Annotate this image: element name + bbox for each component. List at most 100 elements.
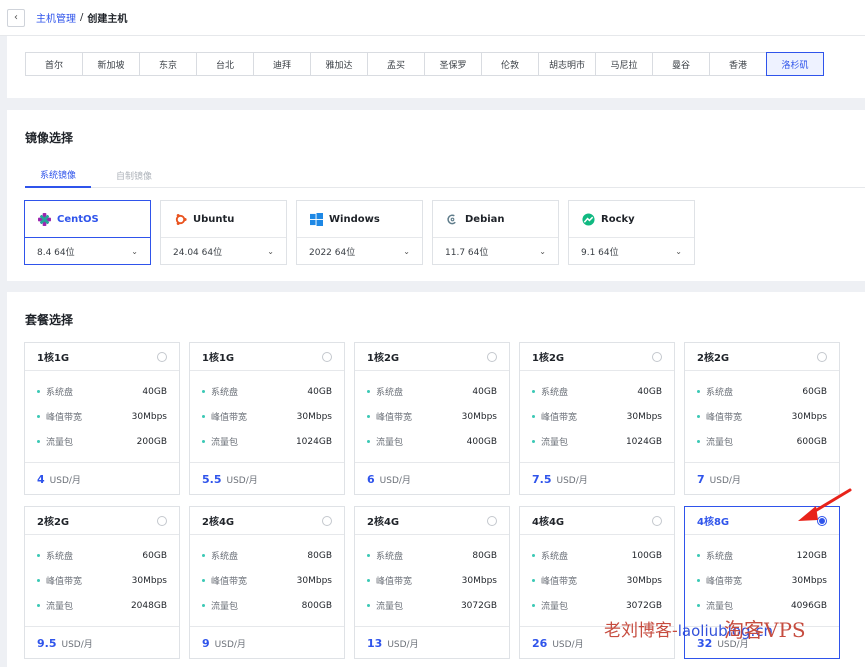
region-button[interactable]: 洛杉矶 — [766, 52, 824, 76]
spec-value: 200GB — [136, 436, 167, 447]
os-version-select[interactable]: 24.04 64位 ⌄ — [161, 237, 286, 265]
spec-bandwidth: 峰值带宽 30Mbps — [37, 404, 167, 429]
plan-radio[interactable] — [487, 515, 497, 526]
spec-value: 30Mbps — [296, 411, 332, 422]
spec-traffic: 流量包 3072GB — [367, 593, 497, 618]
region-button[interactable]: 孟买 — [367, 52, 425, 76]
region-button[interactable]: 曼谷 — [652, 52, 710, 76]
region-button[interactable]: 香港 — [709, 52, 767, 76]
plan-radio[interactable] — [322, 515, 332, 526]
plan-section-title: 套餐选择 — [25, 313, 74, 327]
os-name: Ubuntu — [193, 213, 235, 225]
os-name: Debian — [465, 213, 505, 225]
price-unit: USD/月 — [379, 475, 411, 486]
price-unit: USD/月 — [49, 475, 81, 486]
spec-traffic: 流量包 200GB — [37, 429, 167, 454]
spec-traffic: 流量包 3072GB — [532, 593, 662, 618]
os-card-centos[interactable]: CentOS 8.4 64位 ⌄ — [24, 200, 151, 265]
plan-radio[interactable] — [157, 351, 167, 362]
spec-value: 600GB — [796, 436, 827, 447]
plan-radio[interactable] — [817, 351, 827, 362]
spec-label: 峰值带宽 — [211, 577, 248, 587]
plan-card[interactable]: 2核2G 系统盘 60GB 峰值带宽 30Mbps 流量包 2048GB 9.5 USD/月 — [24, 506, 180, 659]
bullet-icon — [532, 415, 535, 418]
spec-value: 40GB — [307, 386, 332, 397]
os-card-ubuntu[interactable]: Ubuntu 24.04 64位 ⌄ — [160, 200, 287, 265]
spec-bandwidth: 峰值带宽 30Mbps — [202, 404, 332, 429]
plan-card[interactable]: 2核2G 系统盘 60GB 峰值带宽 30Mbps 流量包 600GB 7 USD/月 — [684, 342, 840, 495]
os-version-select[interactable]: 11.7 64位 ⌄ — [433, 237, 558, 265]
plan-card[interactable]: 1核1G 系统盘 40GB 峰值带宽 30Mbps 流量包 1024GB 5.5 USD/月 — [189, 342, 345, 495]
plan-card[interactable]: 1核2G 系统盘 40GB 峰值带宽 30Mbps 流量包 400GB 6 USD/月 — [354, 342, 510, 495]
breadcrumb-current: 创建主机 — [87, 14, 128, 25]
breadcrumb: 主机管理 / 创建主机 — [36, 10, 127, 25]
os-version-select[interactable]: 8.4 64位 ⌄ — [25, 237, 150, 265]
spec-value: 2048GB — [130, 600, 167, 611]
spec-traffic: 流量包 800GB — [202, 593, 332, 618]
plan-radio[interactable] — [322, 351, 332, 362]
spec-label: 峰值带宽 — [211, 413, 248, 423]
plan-card[interactable]: 2核4G 系统盘 80GB 峰值带宽 30Mbps 流量包 3072GB 13 USD/月 — [354, 506, 510, 659]
plan-card[interactable]: 2核4G 系统盘 80GB 峰值带宽 30Mbps 流量包 800GB 9 USD/月 — [189, 506, 345, 659]
os-card-windows[interactable]: Windows 2022 64位 ⌄ — [296, 200, 423, 265]
bullet-icon — [697, 390, 700, 393]
price-value: 9.5 — [37, 636, 57, 650]
region-button[interactable]: 迪拜 — [253, 52, 311, 76]
region-button[interactable]: 东京 — [139, 52, 197, 76]
bullet-icon — [532, 579, 535, 582]
os-version-select[interactable]: 9.1 64位 ⌄ — [569, 237, 694, 265]
spec-bandwidth: 峰值带宽 30Mbps — [697, 568, 827, 593]
back-button[interactable]: ‹ — [7, 8, 25, 27]
tab-custom-image[interactable]: 自制镜像 — [101, 162, 167, 188]
chevron-down-icon: ⌄ — [539, 247, 546, 256]
spec-value: 30Mbps — [461, 411, 497, 422]
plan-radio[interactable] — [487, 351, 497, 362]
region-button[interactable]: 新加坡 — [82, 52, 140, 76]
plan-price: 9 USD/月 — [190, 627, 344, 659]
spec-label: 系统盘 — [211, 388, 239, 398]
plan-price: 7.5 USD/月 — [520, 463, 674, 495]
plan-name: 2核4G — [367, 517, 400, 528]
os-header[interactable]: Windows — [297, 201, 422, 237]
region-button[interactable]: 台北 — [196, 52, 254, 76]
region-button[interactable]: 马尼拉 — [595, 52, 653, 76]
os-card-rocky[interactable]: Rocky 9.1 64位 ⌄ — [568, 200, 695, 265]
region-button[interactable]: 雅加达 — [310, 52, 368, 76]
plan-radio[interactable] — [652, 515, 662, 526]
plan-card[interactable]: 1核1G 系统盘 40GB 峰值带宽 30Mbps 流量包 200GB 4 USD/月 — [24, 342, 180, 495]
plan-header: 2核4G — [355, 507, 509, 535]
plan-card[interactable]: 1核2G 系统盘 40GB 峰值带宽 30Mbps 流量包 1024GB 7.5 USD/月 — [519, 342, 675, 495]
os-header[interactable]: Debian — [433, 201, 558, 237]
bullet-icon — [37, 579, 40, 582]
os-header[interactable]: Ubuntu — [161, 201, 286, 237]
tab-system-image[interactable]: 系统镜像 — [25, 162, 91, 188]
bullet-icon — [367, 415, 370, 418]
price-unit: USD/月 — [61, 639, 93, 650]
plan-header: 1核1G — [190, 343, 344, 371]
spec-traffic: 流量包 2048GB — [37, 593, 167, 618]
os-card-debian[interactable]: Debian 11.7 64位 ⌄ — [432, 200, 559, 265]
bullet-icon — [697, 415, 700, 418]
spec-disk: 系统盘 40GB — [202, 379, 332, 404]
chevron-down-icon: ⌄ — [403, 247, 410, 256]
region-button[interactable]: 胡志明市 — [538, 52, 596, 76]
plan-panel: 套餐选择 1核1G 系统盘 40GB 峰值带宽 30Mbps 流量包 200GB 4 USD/月… — [7, 292, 865, 667]
plan-radio[interactable] — [157, 515, 167, 526]
plan-name: 4核8G — [697, 517, 730, 528]
breadcrumb-host-management[interactable]: 主机管理 — [36, 10, 76, 25]
plan-header: 2核2G — [685, 343, 839, 371]
region-button[interactable]: 首尔 — [25, 52, 83, 76]
plan-radio[interactable] — [652, 351, 662, 362]
os-version-select[interactable]: 2022 64位 ⌄ — [297, 237, 422, 265]
spec-label: 系统盘 — [706, 388, 734, 398]
os-header[interactable]: Rocky — [569, 201, 694, 237]
bullet-icon — [532, 604, 535, 607]
os-header[interactable]: CentOS — [25, 201, 150, 237]
region-button[interactable]: 伦敦 — [481, 52, 539, 76]
region-button[interactable]: 圣保罗 — [424, 52, 482, 76]
bullet-icon — [697, 579, 700, 582]
spec-label: 系统盘 — [376, 388, 404, 398]
spec-value: 30Mbps — [296, 575, 332, 586]
spec-disk: 系统盘 120GB — [697, 543, 827, 568]
spec-label: 流量包 — [211, 438, 239, 448]
